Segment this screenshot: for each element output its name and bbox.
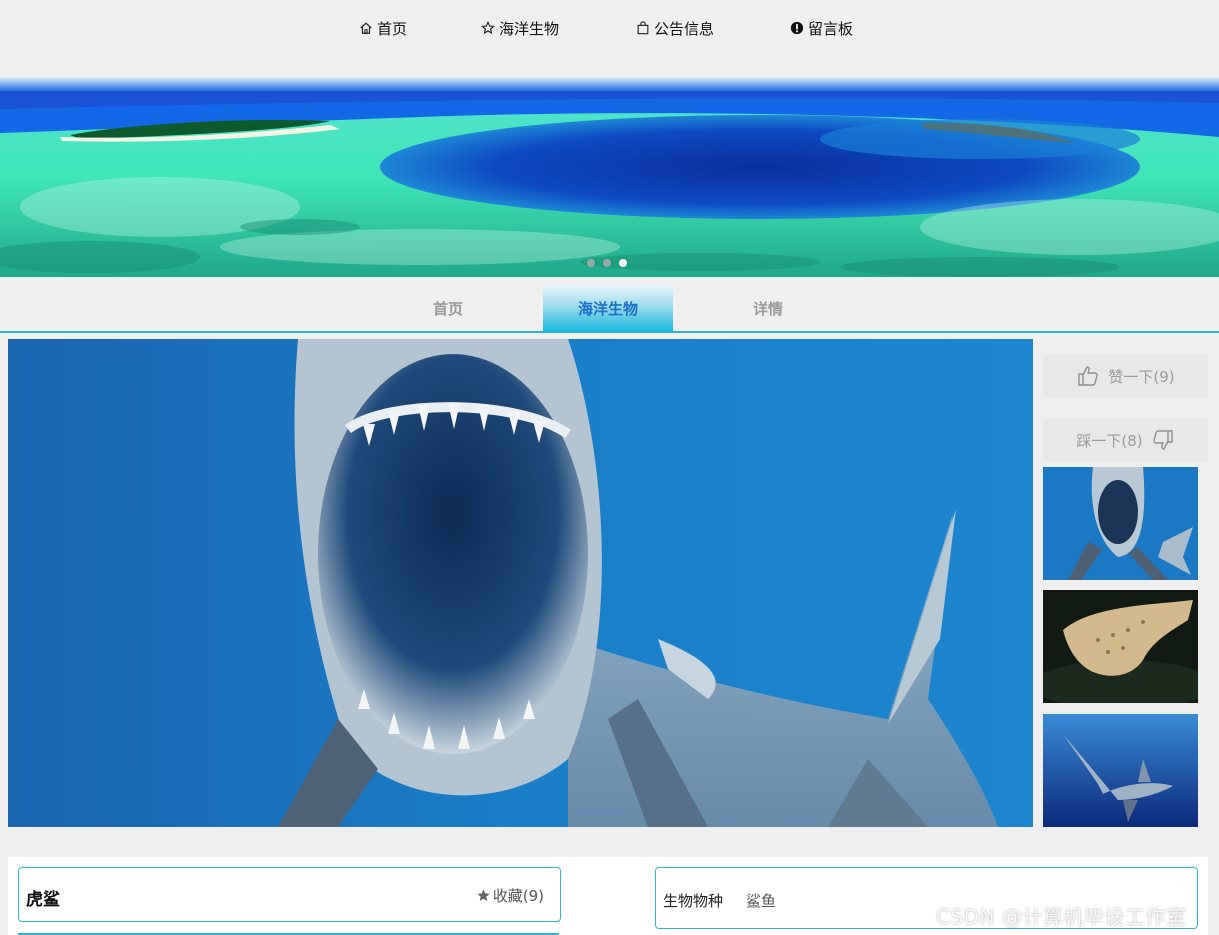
nav-item-marine-life[interactable]: 海洋生物 [481,18,559,38]
banner-carousel[interactable] [0,77,1219,277]
nav-item-message-board[interactable]: 留言板 [790,18,853,38]
banner-image-ocean-atoll [0,77,1219,277]
tab-home[interactable]: 首页 [383,285,513,331]
star-icon [481,21,495,35]
thumbnail-angel-shark[interactable] [1043,590,1198,703]
nav-item-label: 首页 [377,19,408,38]
thumbs-down-icon [1152,430,1173,450]
tab-marine-life[interactable]: 海洋生物 [543,285,673,331]
dislike-button[interactable]: 踩一下(8) [1043,418,1208,462]
nav-item-label: 海洋生物 [499,19,560,38]
nav-item-home[interactable]: 首页 [359,18,407,38]
carousel-dot[interactable] [603,259,611,267]
species-name: 虎鲨 [26,890,60,910]
name-box: 虎鲨 收藏(9) [18,867,561,922]
tab-label: 详情 [752,299,783,318]
like-button[interactable]: 赞一下(9) [1043,354,1208,398]
breadcrumb-tabs: 首页 海洋生物 详情 [0,277,1219,333]
like-count-label: 赞一下(9) [1108,367,1175,386]
nav-item-announcements[interactable]: 公告信息 [636,18,714,38]
tab-label: 首页 [432,299,463,318]
carousel-indicators [587,259,627,267]
nav-item-label: 公告信息 [654,19,715,38]
dislike-count-label: 踩一下(8) [1076,431,1143,450]
thumbnail-great-white-shark[interactable] [1043,467,1198,580]
species-field-label: 生物物种 [663,892,724,910]
favorite-count-label: 收藏(9) [492,887,544,905]
carousel-dot-active[interactable] [619,259,627,267]
top-navigation: 首页 海洋生物 公告信息 留言板 [0,0,1219,77]
exclamation-circle-icon [790,21,804,35]
species-field-value: 鲨鱼 [746,892,777,910]
star-filled-icon [477,889,490,901]
thumbnail-thresher-shark[interactable] [1043,714,1198,827]
thumbs-up-icon [1078,366,1099,386]
tab-details[interactable]: 详情 [703,285,833,331]
main-photo-shark [8,339,1033,827]
carousel-dot[interactable] [587,259,595,267]
shopping-bag-icon [637,21,649,35]
watermark-text: CSDN @计算机毕设工作室 [936,905,1187,929]
home-icon [360,22,372,34]
favorite-button[interactable]: 收藏(9) [476,885,544,906]
tab-label: 海洋生物 [577,299,638,318]
nav-item-label: 留言板 [808,19,854,38]
